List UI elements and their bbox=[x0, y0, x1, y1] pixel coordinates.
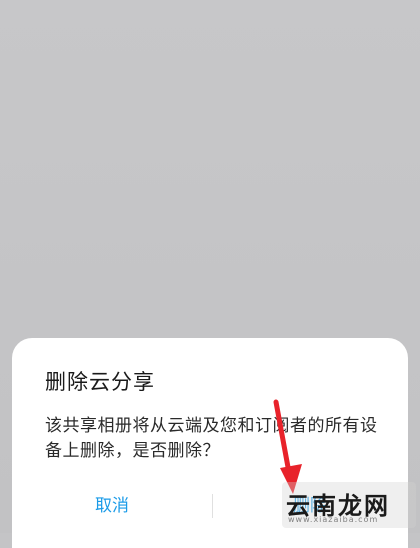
dialog-title: 删除云分享 bbox=[45, 370, 155, 394]
delete-button[interactable]: 删除 bbox=[212, 488, 408, 524]
dialog-button-row: 取消 删除 bbox=[12, 488, 408, 524]
cancel-button[interactable]: 取消 bbox=[12, 488, 212, 524]
delete-cloud-share-dialog: 删除云分享 该共享相册将从云端及您和订阅者的所有设备上删除，是否删除？ 取消 删… bbox=[12, 338, 408, 548]
dialog-message: 该共享相册将从云端及您和订阅者的所有设备上删除，是否删除？ bbox=[45, 416, 378, 461]
